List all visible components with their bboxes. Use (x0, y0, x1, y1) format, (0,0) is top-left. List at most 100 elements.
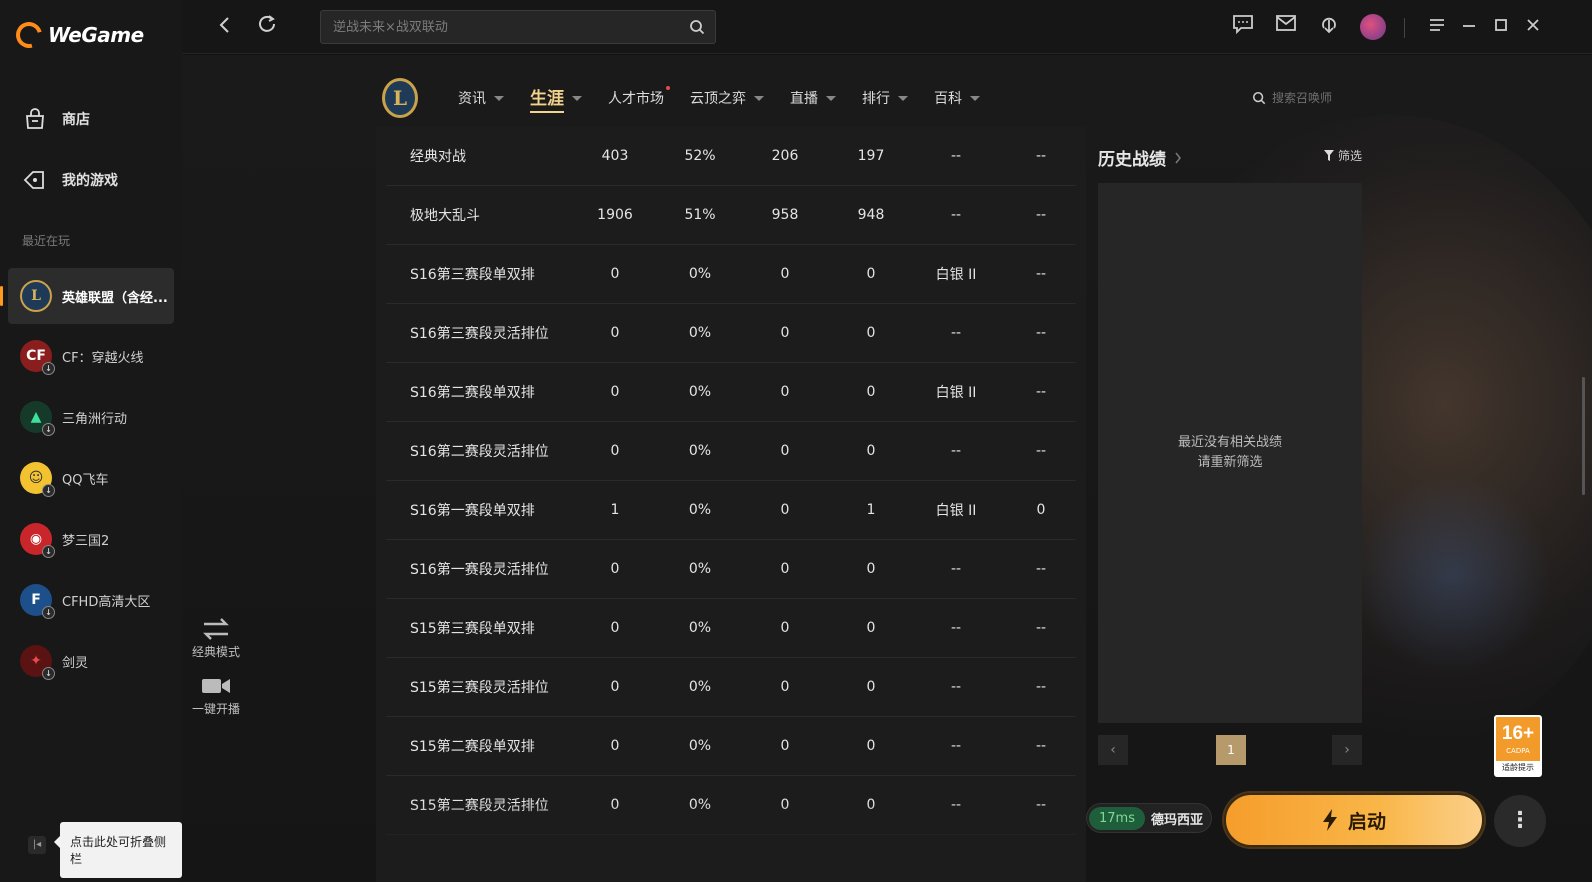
global-search-input[interactable] (321, 11, 715, 43)
stat-cell: 0 (780, 266, 790, 282)
pager-next-button[interactable]: › (1332, 735, 1362, 765)
stat-cell: 0 (780, 797, 790, 813)
nav-my-games[interactable]: 我的游戏 (22, 167, 118, 193)
stat-cell: -- (950, 738, 962, 754)
table-row[interactable]: S16第三赛段灵活排位 0 0% 0 0 -- -- (386, 304, 1076, 363)
pager-prev-button[interactable]: ‹ (1098, 735, 1128, 765)
mode-name-cell: S15第二赛段单双排 (410, 739, 535, 755)
stat-cell: 0 (610, 620, 620, 636)
age-rating-badge[interactable]: 16+ CADPA 适龄提示 (1494, 715, 1542, 777)
vertical-dots-icon: ⋮ (1509, 808, 1531, 833)
mode-name-cell: S15第三赛段灵活排位 (410, 680, 549, 696)
filter-funnel-icon (1324, 150, 1334, 161)
chat-icon (1233, 15, 1253, 35)
maximize-icon (1495, 19, 1507, 31)
tab-news[interactable]: 资讯 (458, 88, 504, 108)
page-scrollbar[interactable] (1582, 377, 1585, 495)
table-row[interactable]: S15第二赛段灵活排位 0 0% 0 0 -- -- (386, 776, 1076, 835)
server-selector[interactable]: 17ms 德玛西亚 (1086, 803, 1212, 833)
back-button[interactable] (212, 14, 238, 40)
table-row[interactable]: S16第一赛段灵活排位 0 0% 0 0 -- -- (386, 540, 1076, 599)
game-item-cfhd[interactable]: F ↓ CFHD高清大区 (8, 572, 174, 628)
stat-cell: -- (950, 561, 962, 577)
game-item-label: 三角洲行动 (62, 411, 128, 427)
table-row[interactable]: S15第三赛段单双排 0 0% 0 0 -- -- (386, 599, 1076, 658)
download-badge-icon: ↓ (42, 362, 55, 375)
mail-button[interactable] (1273, 14, 1299, 40)
stat-cell: 958 (771, 207, 799, 223)
global-search[interactable] (320, 10, 716, 44)
table-row[interactable]: S15第二赛段单双排 0 0% 0 0 -- -- (386, 717, 1076, 776)
tab-tft[interactable]: 云顶之弈 (690, 88, 764, 108)
hamburger-menu-icon (1430, 19, 1444, 31)
mode-name-cell: S16第一赛段单双排 (410, 503, 535, 519)
collapse-sidebar-button[interactable]: |◂ (28, 836, 46, 854)
lol-logo-icon[interactable]: L (382, 78, 418, 118)
main-menu-button[interactable] (1424, 14, 1450, 40)
game-item-delta[interactable]: ▲ ↓ 三角洲行动 (8, 389, 174, 445)
chat-button[interactable] (1230, 14, 1256, 40)
wegame-logo[interactable]: WeGame (11, 17, 144, 53)
table-row[interactable]: 经典对战 403 52% 206 197 -- -- (386, 127, 1076, 186)
table-row[interactable]: 极地大乱斗 1906 51% 958 948 -- -- (386, 186, 1076, 245)
classic-mode-button[interactable]: 经典模式 (188, 615, 244, 660)
stat-cell: 0 (780, 443, 790, 459)
caret-down-icon (826, 95, 836, 101)
tab-wiki[interactable]: 百科 (934, 88, 980, 108)
nav-shop[interactable]: 商店 (22, 106, 90, 132)
chevron-left-icon (219, 17, 229, 33)
age-rating-caption: 适龄提示 (1496, 761, 1540, 775)
close-icon (1527, 19, 1539, 31)
stat-cell: 0 (610, 797, 620, 813)
minimize-icon (1463, 25, 1475, 27)
one-click-stream-button[interactable]: 一键开播 (188, 672, 244, 717)
table-row[interactable]: S15第三赛段灵活排位 0 0% 0 0 -- -- (386, 658, 1076, 717)
user-avatar[interactable] (1360, 14, 1386, 40)
stat-cell: 1906 (597, 207, 633, 223)
history-filter-button[interactable]: 筛选 (1324, 147, 1362, 164)
more-options-button[interactable]: ⋮ (1494, 795, 1546, 847)
maximize-button[interactable] (1488, 14, 1514, 40)
game-nav: L 资讯 生涯 人才市场 云顶之弈 直播 排行 百科 (382, 75, 1006, 121)
tab-talent-market[interactable]: 人才市场 (608, 86, 670, 108)
brand-name: WeGame (48, 23, 144, 47)
mode-name-cell: 经典对战 (410, 149, 466, 165)
tab-live[interactable]: 直播 (790, 88, 836, 108)
search-icon[interactable] (689, 19, 705, 39)
launch-button[interactable]: 启动 (1224, 793, 1484, 847)
collapse-tooltip: 点击此处可折叠侧栏 (54, 822, 182, 878)
game-item-meng-sanguo[interactable]: ◉ ↓ 梦三国2 (8, 511, 174, 567)
caret-down-icon (754, 95, 764, 101)
table-row[interactable]: S16第二赛段单双排 0 0% 0 0 白银 II -- (386, 363, 1076, 422)
stat-cell: 0 (610, 384, 620, 400)
minimize-button[interactable] (1456, 14, 1482, 40)
chevron-right-icon (1175, 152, 1182, 163)
download-manager-button[interactable] (1316, 14, 1342, 40)
cf-icon: CF ↓ (20, 340, 55, 375)
game-item-lol[interactable]: L 英雄联盟（含经... (0, 268, 174, 324)
game-item-blade-soul[interactable]: ✦ ↓ 剑灵 (8, 633, 174, 689)
tab-career[interactable]: 生涯 (530, 84, 582, 113)
stat-cell: 0 (610, 561, 620, 577)
history-empty-line1: 最近没有相关战绩 (1177, 435, 1282, 450)
topbar-divider (1404, 18, 1405, 38)
table-row[interactable]: S16第三赛段单双排 0 0% 0 0 白银 II -- (386, 245, 1076, 304)
history-pager: ‹ 1 › (1098, 735, 1362, 765)
table-row[interactable]: S16第二赛段灵活排位 0 0% 0 0 -- -- (386, 422, 1076, 481)
summoner-search-placeholder: 搜索召唤师 (1272, 91, 1333, 105)
refresh-icon (259, 15, 275, 32)
close-button[interactable] (1520, 14, 1546, 40)
summoner-search[interactable]: 搜索召唤师 (1252, 89, 1332, 106)
history-title[interactable]: 历史战绩 (1098, 145, 1182, 170)
game-item-cf[interactable]: CF ↓ CF：穿越火线 (8, 328, 174, 384)
server-name: 德玛西亚 (1150, 812, 1203, 828)
game-item-qq-speed[interactable]: ☺ ↓ QQ飞车 (8, 450, 174, 506)
pager-page-current[interactable]: 1 (1216, 735, 1246, 765)
stat-cell: 0% (688, 266, 712, 282)
refresh-button[interactable] (254, 14, 280, 40)
table-row[interactable]: S16第一赛段单双排 1 0% 0 1 白银 II 0 (386, 481, 1076, 540)
stat-cell: 0% (688, 443, 712, 459)
stat-cell: -- (1035, 207, 1047, 223)
stat-cell: -- (1035, 384, 1047, 400)
tab-ranking[interactable]: 排行 (862, 88, 908, 108)
